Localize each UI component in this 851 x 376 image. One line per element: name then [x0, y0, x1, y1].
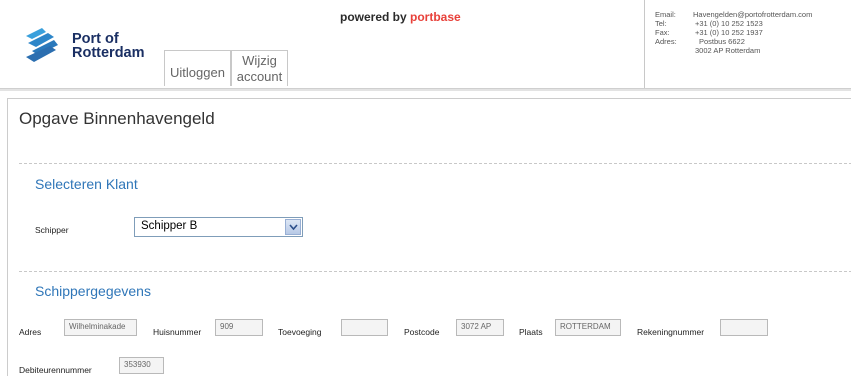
- debiteurennummer-field[interactable]: 353930: [119, 357, 164, 374]
- contact-address-value: Postbus 6622: [699, 37, 745, 46]
- section-title-schipper-details: Schippergegevens: [35, 283, 151, 299]
- contact-tel-value: +31 (0) 10 252 1523: [695, 19, 763, 28]
- section-divider-1: [19, 163, 851, 164]
- contact-fax-key: Fax:: [655, 28, 670, 37]
- tab-account-line-2: account: [236, 69, 283, 84]
- contact-address2-value: 3002 AP Rotterdam: [695, 46, 761, 55]
- contact-tel-key: Tel:: [655, 19, 667, 28]
- page-title: Opgave Binnenhavengeld: [19, 109, 215, 128]
- contact-address-key: Adres:: [655, 37, 677, 46]
- contact-email-row: Email: Havengelden@portofrotterdam.com: [655, 10, 851, 19]
- logo-line-1: Port of: [72, 31, 119, 47]
- header: Port of Rotterdam powered by portbase Ui…: [0, 0, 851, 91]
- content-panel: Opgave Binnenhavengeld Selecteren Klant …: [7, 98, 851, 376]
- powered-prefix: powered by: [340, 10, 411, 24]
- plaats-field[interactable]: ROTTERDAM: [555, 319, 621, 336]
- huisnummer-field[interactable]: 909: [215, 319, 263, 336]
- header-divider: [0, 88, 851, 91]
- app: Port of Rotterdam powered by portbase Ui…: [0, 0, 851, 376]
- contact-fax-value: +31 (0) 10 252 1937: [695, 28, 763, 37]
- port-of-rotterdam-logo[interactable]: Port of Rotterdam: [24, 26, 154, 66]
- powered-by-portbase[interactable]: powered by portbase: [340, 10, 461, 24]
- section-title-select-client: Selecteren Klant: [35, 176, 138, 192]
- plaats-label: Plaats: [519, 327, 543, 337]
- tab-account-line-1: Wijzig: [242, 53, 277, 68]
- adres-field[interactable]: Wilhelminakade: [64, 319, 137, 336]
- tab-logout-label: Uitloggen: [170, 65, 225, 80]
- tab-change-account[interactable]: Wijzig account: [231, 50, 288, 86]
- tab-logout[interactable]: Uitloggen: [164, 50, 231, 86]
- schipper-select-value: Schipper B: [141, 220, 198, 232]
- toevoeging-label: Toevoeging: [278, 327, 322, 337]
- schipper-label: Schipper: [35, 225, 69, 235]
- contact-email-value[interactable]: Havengelden@portofrotterdam.com: [677, 10, 812, 19]
- chevron-down-icon[interactable]: [285, 219, 301, 235]
- rekeningnummer-field[interactable]: [720, 319, 768, 336]
- contact-email-key: Email:: [655, 10, 676, 19]
- toevoeging-field[interactable]: [341, 319, 388, 336]
- schipper-select[interactable]: Schipper B: [134, 217, 303, 237]
- debiteurennummer-label: Debiteurennummer: [19, 365, 92, 375]
- rekeningnummer-label: Rekeningnummer: [637, 327, 705, 337]
- postcode-label: Postcode: [404, 327, 440, 337]
- logo-text: Port of Rotterdam: [72, 31, 145, 61]
- contact-info: Email: Havengelden@portofrotterdam.com Te…: [644, 0, 851, 88]
- contact-address-row-2: 3002 AP Rotterdam: [655, 46, 851, 55]
- adres-label: Adres: [19, 327, 42, 337]
- contact-tel-row: Tel: +31 (0) 10 252 1523: [655, 19, 851, 28]
- portbase-brand: portbase: [410, 10, 461, 24]
- postcode-field[interactable]: 3072 AP: [456, 319, 504, 336]
- logo-line-2: Rotterdam: [72, 45, 145, 61]
- huisnummer-label: Huisnummer: [153, 327, 202, 337]
- contact-address-row: Adres: Postbus 6622: [655, 37, 851, 46]
- section-divider-2: [19, 271, 851, 272]
- contact-fax-row: Fax: +31 (0) 10 252 1937: [655, 28, 851, 37]
- port-of-rotterdam-wave-icon: [26, 28, 58, 62]
